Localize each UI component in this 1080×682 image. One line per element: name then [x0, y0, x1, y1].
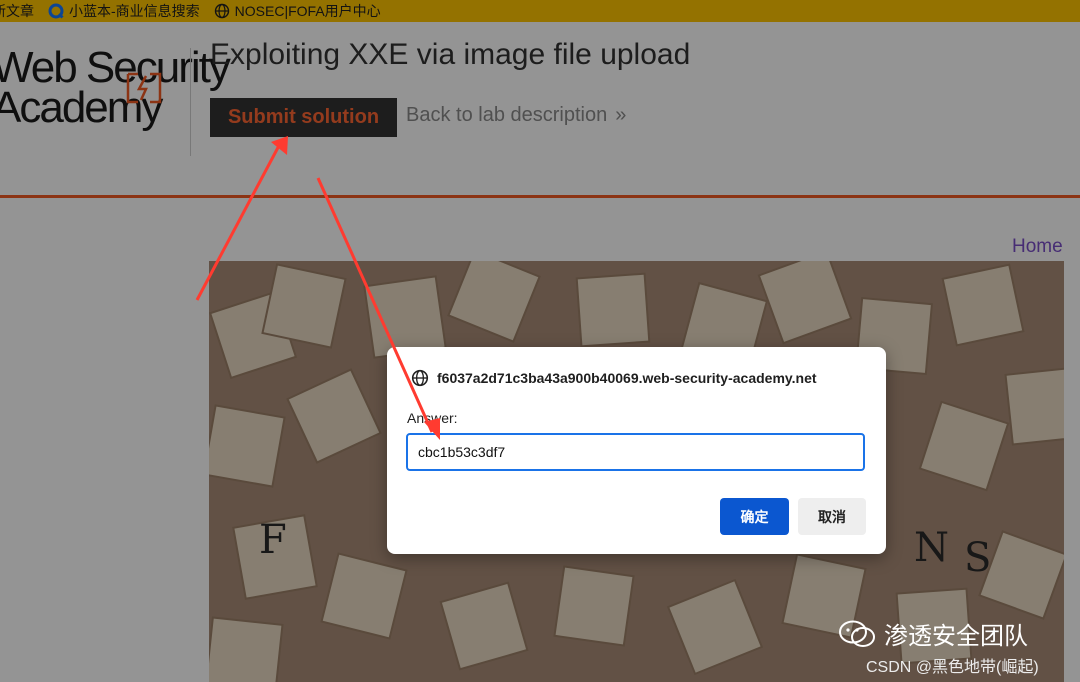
modal-backdrop	[0, 0, 1080, 682]
answer-input[interactable]	[406, 433, 865, 471]
cancel-button[interactable]: 取消	[798, 498, 866, 535]
wechat-icon	[839, 620, 875, 647]
watermark: 渗透安全团队	[838, 616, 1028, 651]
dialog-origin: f6037a2d71c3ba43a900b40069.web-security-…	[411, 369, 817, 387]
confirm-button[interactable]: 确定	[720, 498, 789, 535]
answer-label: Answer:	[407, 410, 458, 426]
prompt-dialog: f6037a2d71c3ba43a900b40069.web-security-…	[387, 347, 886, 554]
watermark-sub-text: CSDN @黑色地带(崛起)	[866, 659, 1039, 676]
watermark-main-text: 渗透安全团队	[884, 623, 1028, 650]
globe-icon	[411, 369, 429, 387]
dialog-origin-host: f6037a2d71c3ba43a900b40069.web-security-…	[437, 370, 817, 386]
